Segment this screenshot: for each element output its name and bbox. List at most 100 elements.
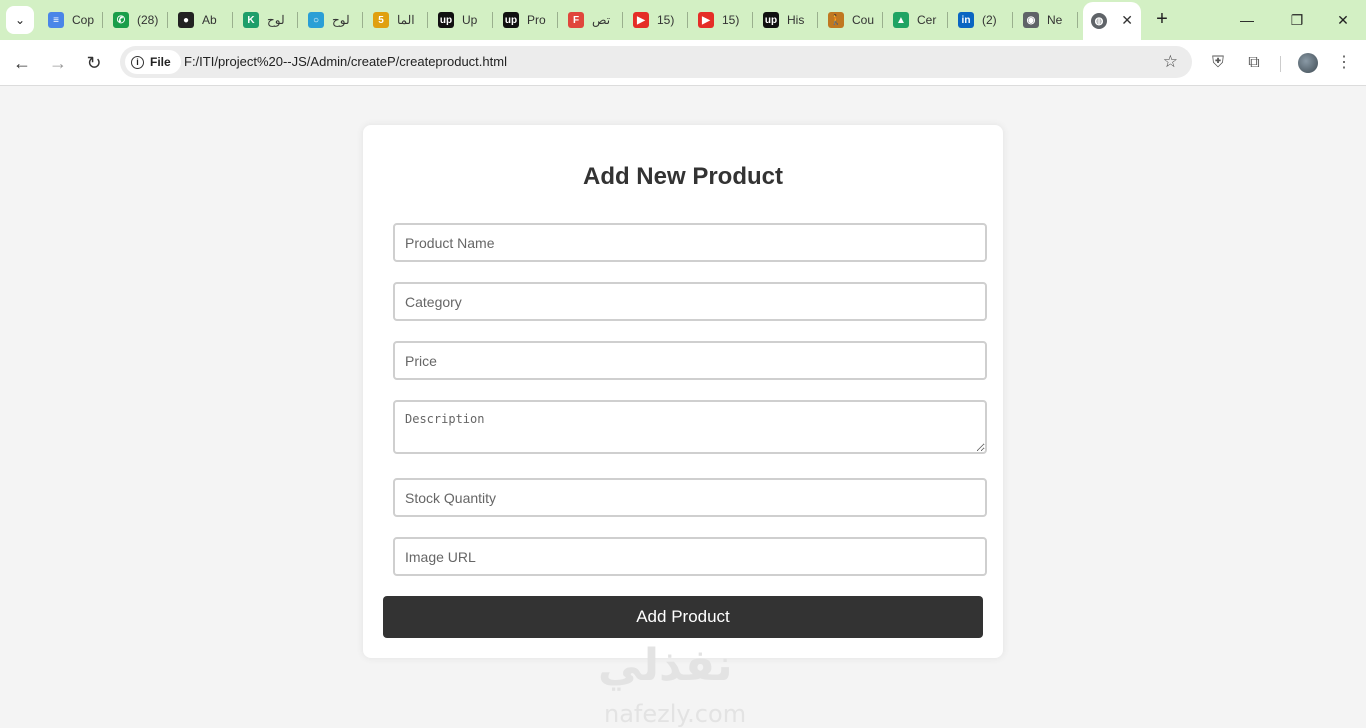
tab-separator: [167, 12, 168, 28]
tab-title: Ab: [202, 13, 217, 27]
tab-title: لوح: [267, 13, 285, 27]
tab-title: 15): [722, 13, 740, 27]
info-icon: i: [131, 55, 144, 69]
tab-12[interactable]: 🚶 Cou: [820, 4, 881, 36]
circle-icon: ○: [308, 12, 324, 28]
tab-separator: [1077, 12, 1078, 28]
restore-button[interactable]: ❐: [1274, 8, 1320, 32]
reload-button[interactable]: ↻: [82, 51, 106, 75]
tab-separator: [817, 12, 818, 28]
tab-separator: [752, 12, 753, 28]
tab-title: لوح: [332, 13, 350, 27]
figma-icon: F: [568, 12, 584, 28]
product-form-card: Add New Product Add Product: [363, 125, 1003, 658]
tab-separator: [947, 12, 948, 28]
github-icon: ●: [178, 12, 194, 28]
tab-title: Ne: [1047, 13, 1063, 27]
url-text[interactable]: F:/ITI/project%20--JS/Admin/createP/crea…: [184, 54, 507, 69]
category-input[interactable]: [393, 282, 987, 321]
tab-title: Cer: [917, 13, 937, 27]
tab-title: 15): [657, 13, 675, 27]
description-textarea[interactable]: [393, 400, 987, 454]
tab-separator: [557, 12, 558, 28]
site-info-chip[interactable]: i File: [125, 50, 181, 74]
shield-icon[interactable]: ⛨: [1207, 52, 1229, 74]
tab-separator: [362, 12, 363, 28]
tab-title: الما: [397, 13, 415, 27]
back-button[interactable]: ←: [10, 51, 34, 75]
price-input[interactable]: [393, 341, 987, 380]
close-tab-icon[interactable]: ✕: [1121, 12, 1133, 29]
tab-title: Pro: [527, 13, 546, 27]
tab-separator: [297, 12, 298, 28]
site-info-label: File: [150, 55, 171, 69]
chevron-down-icon: ⌄: [14, 13, 26, 27]
tab-search-button[interactable]: ⌄: [6, 6, 34, 34]
profile-avatar[interactable]: [1298, 53, 1318, 73]
tab-separator: [492, 12, 493, 28]
app-icon: K: [243, 12, 259, 28]
tab-strip: ⌄ ≡ Cop ✆ (28) ● Ab K لوح ○ لوح 5 الما up Up up Pro F تص ▶…: [0, 0, 1366, 40]
tab-13[interactable]: ▲ Cer: [885, 4, 946, 36]
menu-icon[interactable]: ⋮: [1333, 52, 1355, 74]
tab-14[interactable]: in (2): [950, 4, 1011, 36]
watermark-arabic: نفذلي: [598, 640, 733, 691]
tab-title: (2): [982, 13, 997, 27]
tab-separator: [687, 12, 688, 28]
person-icon: 🚶: [828, 12, 844, 28]
browser-toolbar: ← → ↻ i File F:/ITI/project%20--JS/Admin…: [0, 40, 1366, 86]
tab-4[interactable]: ○ لوح: [300, 4, 361, 36]
toolbar-divider: [1280, 56, 1281, 72]
forward-button[interactable]: →: [46, 51, 70, 75]
watermark-latin: nafezly.com: [604, 700, 747, 728]
globe-icon: ◍: [1091, 13, 1107, 29]
chrome-icon: ◉: [1023, 12, 1039, 28]
youtube-icon: ▶: [633, 12, 649, 28]
youtube-icon: ▶: [698, 12, 714, 28]
stock-quantity-input[interactable]: [393, 478, 987, 517]
upwork-icon: up: [503, 12, 519, 28]
tab-title: Cou: [852, 13, 875, 27]
bookmark-star-icon[interactable]: ☆: [1163, 52, 1178, 72]
new-tab-button[interactable]: +: [1150, 8, 1174, 32]
linkedin-icon: in: [958, 12, 974, 28]
number-five-icon: 5: [373, 12, 389, 28]
tab-separator: [622, 12, 623, 28]
tab-title: His: [787, 13, 805, 27]
product-name-input[interactable]: [393, 223, 987, 262]
tab-title: Up: [462, 13, 478, 27]
tab-title: تص: [592, 13, 611, 27]
tab-title: Cop: [72, 13, 95, 27]
tab-separator: [427, 12, 428, 28]
tab-active[interactable]: ◍ ✕: [1083, 2, 1141, 40]
tab-5[interactable]: 5 الما: [365, 4, 426, 36]
tab-6[interactable]: up Up: [430, 4, 491, 36]
close-window-button[interactable]: ✕: [1320, 8, 1366, 32]
tab-8[interactable]: F تص: [560, 4, 621, 36]
tab-11[interactable]: up His: [755, 4, 816, 36]
add-product-button[interactable]: Add Product: [383, 596, 983, 638]
form-title: Add New Product: [582, 163, 783, 190]
tab-separator: [882, 12, 883, 28]
tab-0[interactable]: ≡ Cop: [40, 4, 101, 36]
minimize-button[interactable]: —: [1224, 8, 1270, 32]
whatsapp-icon: ✆: [113, 12, 129, 28]
upwork-icon: up: [763, 12, 779, 28]
tab-7[interactable]: up Pro: [495, 4, 556, 36]
tab-10[interactable]: ▶ 15): [690, 4, 751, 36]
tab-15[interactable]: ◉ Ne: [1015, 4, 1076, 36]
tab-2[interactable]: ● Ab: [170, 4, 231, 36]
tab-3[interactable]: K لوح: [235, 4, 296, 36]
tab-1[interactable]: ✆ (28): [105, 4, 166, 36]
upwork-icon: up: [438, 12, 454, 28]
tab-separator: [102, 12, 103, 28]
tab-separator: [232, 12, 233, 28]
image-url-input[interactable]: [393, 537, 987, 576]
tab-9[interactable]: ▶ 15): [625, 4, 686, 36]
drive-icon: ▲: [893, 12, 909, 28]
docs-icon: ≡: [48, 12, 64, 28]
extensions-icon[interactable]: ⧉: [1243, 52, 1265, 74]
tab-separator: [1012, 12, 1013, 28]
address-bar[interactable]: i File F:/ITI/project%20--JS/Admin/creat…: [120, 46, 1192, 78]
tab-title: (28): [137, 13, 159, 27]
